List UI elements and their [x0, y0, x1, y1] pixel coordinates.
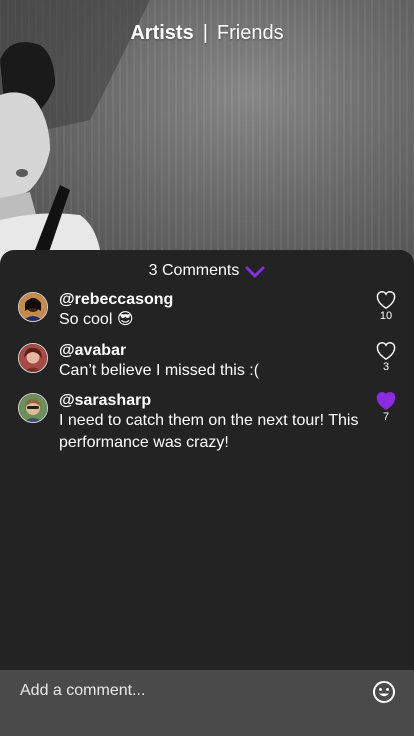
like-count: 7	[382, 411, 390, 423]
hero-photo: Artists | Friends	[0, 0, 414, 270]
tab-artists[interactable]: Artists	[130, 22, 193, 45]
comment-username[interactable]: @avabar	[59, 341, 359, 360]
comment-input[interactable]	[18, 679, 352, 703]
like-button[interactable]: 7	[374, 391, 398, 423]
comment-body: @rebeccasong So cool 😎	[59, 290, 359, 331]
comment-body: @avabar Can’t believe I missed this :(	[59, 341, 359, 382]
like-count: 10	[379, 310, 393, 322]
avatar[interactable]	[18, 343, 48, 373]
comment-item: @rebeccasong So cool 😎 10	[18, 290, 398, 336]
like-button[interactable]: 3	[374, 341, 398, 373]
comments-header[interactable]: 3 Comments	[0, 262, 414, 280]
like-count: 3	[382, 361, 390, 373]
comment-item: @sarasharp I need to catch them on the n…	[18, 391, 398, 461]
avatar[interactable]	[18, 292, 48, 322]
top-tabs: Artists | Friends	[0, 22, 414, 45]
comments-count: 3 Comments	[148, 262, 240, 279]
tab-separator: |	[202, 22, 208, 44]
like-button[interactable]: 10	[374, 290, 398, 322]
comments-sheet: 3 Comments @rebeccasong So cool 😎 10 @av…	[0, 250, 414, 670]
chevron-down-icon[interactable]	[245, 265, 265, 278]
avatar[interactable]	[18, 393, 48, 423]
comment-composer	[0, 670, 414, 736]
comment-text: So cool 😎	[59, 311, 134, 328]
comment-body: @sarasharp I need to catch them on the n…	[59, 391, 359, 454]
comment-username[interactable]: @rebeccasong	[59, 290, 359, 309]
tab-friends[interactable]: Friends	[217, 22, 284, 45]
heart-icon[interactable]	[375, 290, 397, 310]
heart-icon[interactable]	[375, 341, 397, 361]
comment-item: @avabar Can’t believe I missed this :( 3	[18, 341, 398, 387]
app-screen: Artists | Friends 3 Comments @rebeccason…	[0, 0, 414, 736]
comment-text: Can’t believe I missed this :(	[59, 362, 260, 379]
smiley-icon[interactable]	[372, 680, 396, 704]
comment-username[interactable]: @sarasharp	[59, 391, 359, 410]
heart-icon[interactable]	[375, 391, 397, 411]
comment-text: I need to catch them on the next tour! T…	[59, 412, 359, 451]
